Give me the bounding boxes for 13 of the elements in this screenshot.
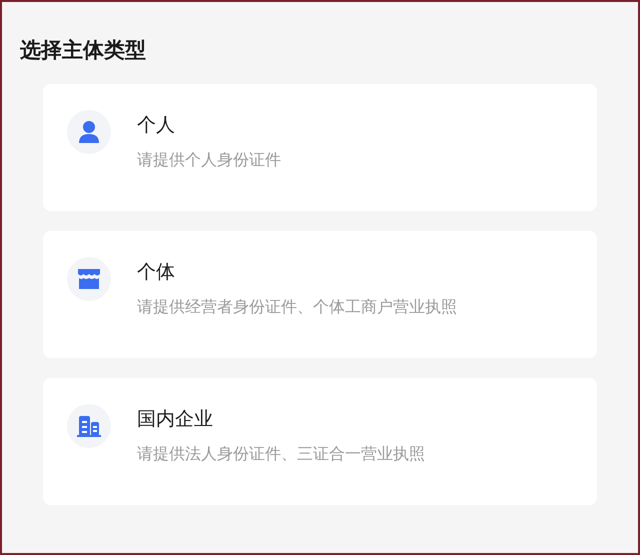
person-icon bbox=[78, 120, 100, 144]
building-icon bbox=[77, 415, 101, 437]
page-title: 选择主体类型 bbox=[20, 37, 146, 64]
option-card[interactable]: 个人 请提供个人身份证件 bbox=[43, 84, 597, 211]
shop-icon bbox=[77, 268, 101, 290]
option-card[interactable]: 国内企业 请提供法人身份证件、三证合一营业执照 bbox=[43, 378, 597, 505]
option-title: 个人 bbox=[137, 113, 175, 138]
option-description: 请提供法人身份证件、三证合一营业执照 bbox=[137, 444, 425, 465]
option-title: 国内企业 bbox=[137, 407, 213, 432]
option-description: 请提供经营者身份证件、个体工商户营业执照 bbox=[137, 297, 457, 318]
option-title: 个体 bbox=[137, 260, 175, 285]
option-description: 请提供个人身份证件 bbox=[137, 150, 281, 171]
option-card[interactable]: 个体 请提供经营者身份证件、个体工商户营业执照 bbox=[43, 231, 597, 358]
